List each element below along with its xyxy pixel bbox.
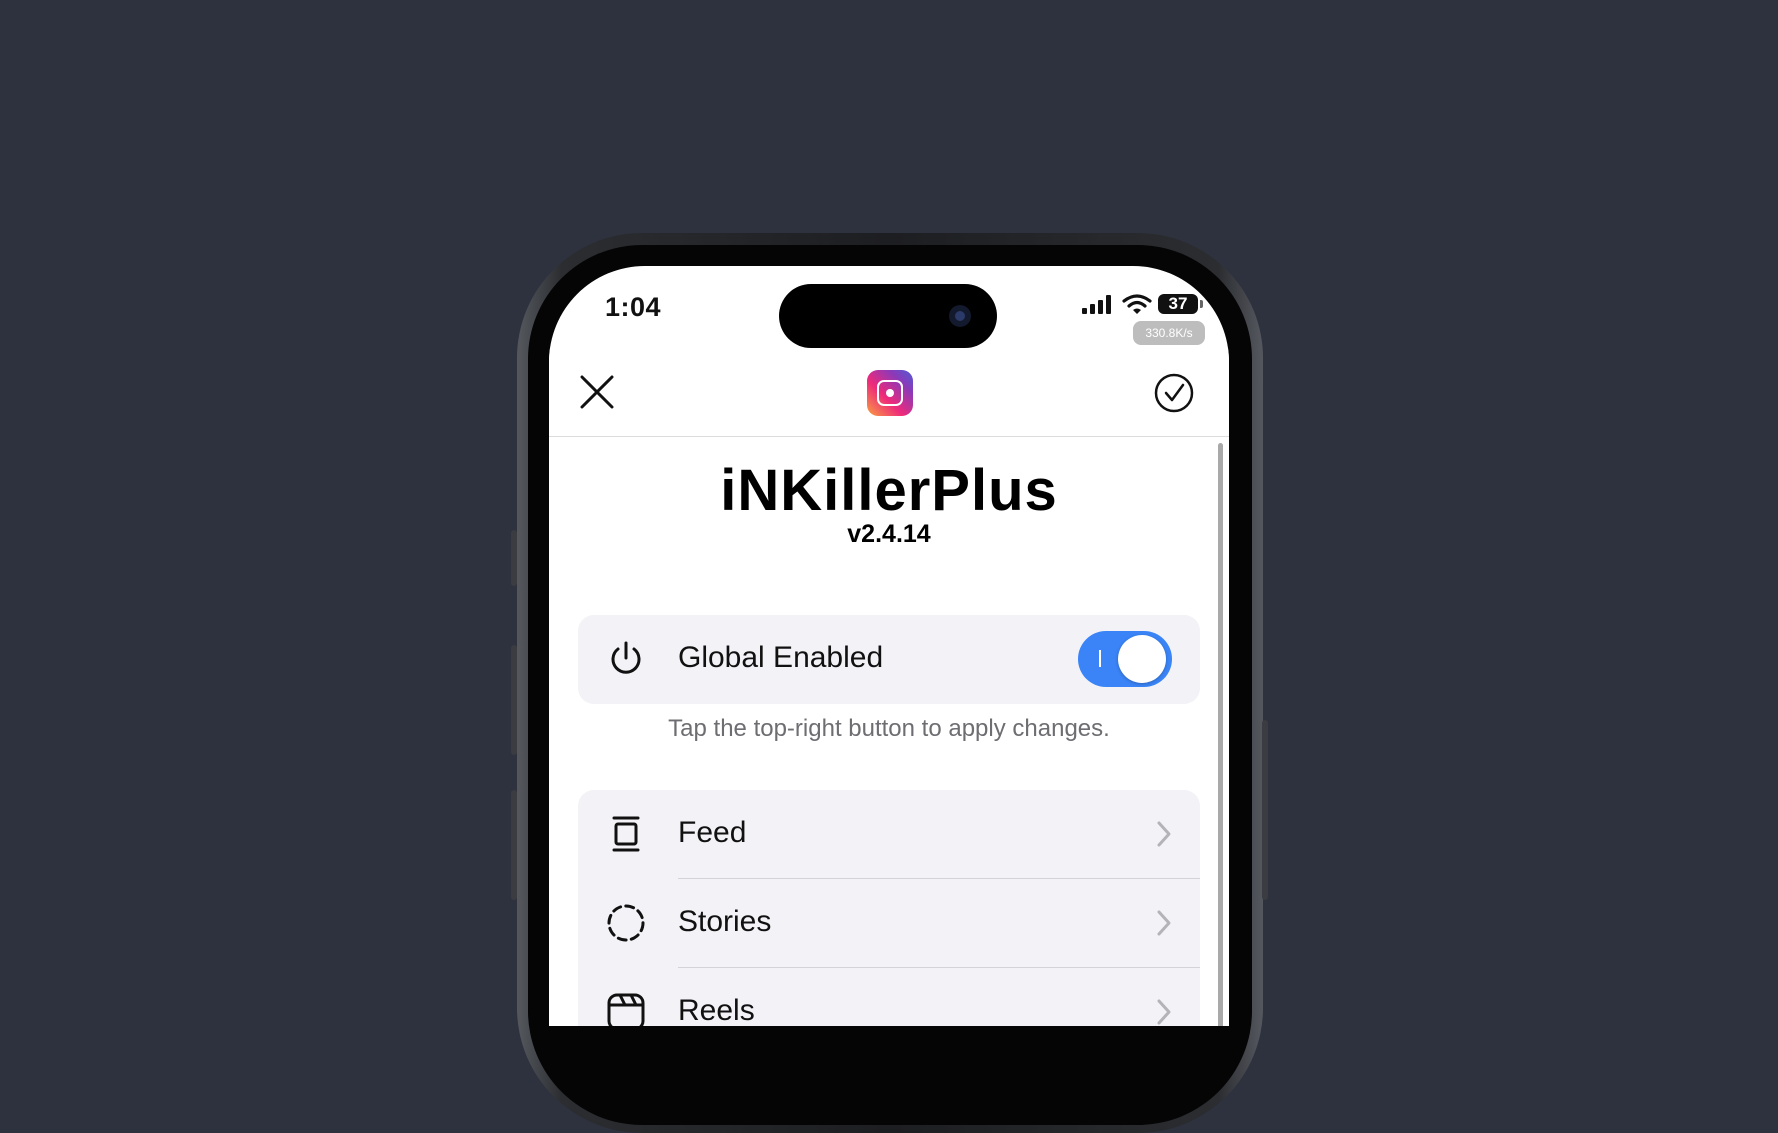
phone-screen: 1:04 37 330.8K/s iNKillerPlus v2.4.14 Gl… [549, 266, 1229, 1026]
wifi-icon [1122, 294, 1152, 314]
settings-content: iNKillerPlus v2.4.14 Global Enabled Tap … [549, 437, 1229, 1026]
chevron-right-icon [1157, 821, 1171, 847]
toggle-knob [1118, 635, 1166, 683]
apply-hint: Tap the top-right button to apply change… [668, 715, 1110, 742]
phone-action-button [511, 530, 517, 586]
menu-item-reels[interactable]: Reels [578, 968, 1200, 1026]
chevron-right-icon [1157, 910, 1171, 936]
check-circle-icon[interactable] [1153, 372, 1195, 414]
close-icon[interactable] [577, 372, 617, 412]
camera-icon [949, 305, 971, 327]
global-enabled-row: Global Enabled [578, 615, 1200, 704]
menu-item-label: Reels [678, 994, 755, 1026]
signal-icon [1082, 294, 1116, 314]
menu-card: Feed Stories Reels [578, 790, 1200, 1026]
global-enabled-toggle[interactable] [1078, 631, 1172, 687]
page-title: iNKillerPlus [720, 458, 1058, 523]
dynamic-island [779, 284, 997, 348]
phone-volume-up-button [511, 645, 517, 755]
power-icon [611, 641, 641, 674]
menu-item-feed[interactable]: Feed [578, 790, 1200, 879]
stories-icon [607, 904, 645, 942]
status-time: 1:04 [605, 292, 662, 322]
feed-icon [612, 816, 640, 852]
battery-icon: 37 [1158, 294, 1198, 314]
chevron-right-icon [1157, 999, 1171, 1025]
nav-bar [549, 348, 1229, 437]
global-enabled-label: Global Enabled [678, 641, 884, 674]
phone-volume-down-button [511, 790, 517, 900]
network-speed-badge: 330.8K/s [1133, 321, 1205, 345]
phone-power-button [1262, 720, 1268, 900]
reels-icon [607, 993, 645, 1026]
menu-item-stories[interactable]: Stories [578, 879, 1200, 968]
menu-item-label: Stories [678, 905, 772, 938]
global-enabled-card: Global Enabled [578, 615, 1200, 704]
menu-item-label: Feed [678, 816, 747, 849]
instagram-logo-icon [867, 370, 913, 416]
version-label: v2.4.14 [847, 520, 931, 548]
